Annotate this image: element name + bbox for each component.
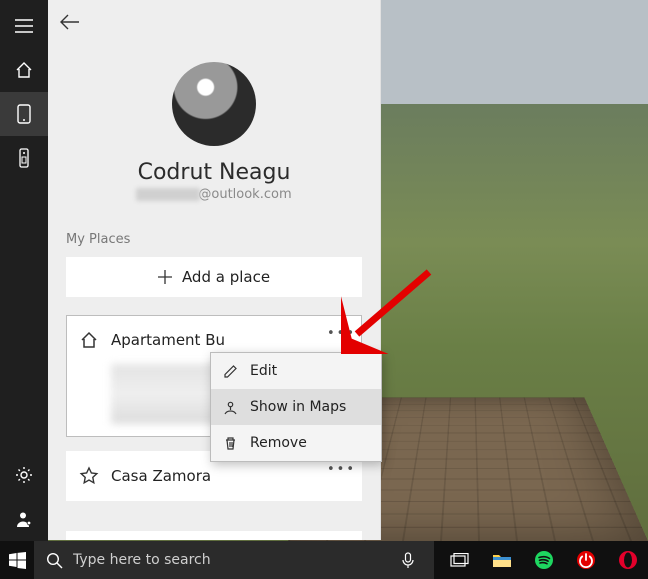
context-remove-label: Remove [250,435,307,451]
rail-remote-button[interactable] [0,136,48,180]
search-icon [46,552,63,569]
start-button[interactable] [0,541,34,579]
profile-block: Codrut Neagu @outlook.com [48,62,380,202]
map-pin-icon [223,400,238,415]
person-icon [15,510,33,528]
mic-button[interactable] [394,552,422,569]
folder-icon [492,552,512,568]
section-label-my-places: My Places [66,232,362,247]
place-context-menu: Edit Show in Maps Remove [210,352,382,462]
hamburger-icon [15,19,33,33]
rail-phone-button[interactable] [0,92,48,136]
taskbar [0,541,648,579]
context-show-in-maps[interactable]: Show in Maps [211,389,381,425]
context-remove[interactable]: Remove [211,425,381,461]
back-arrow-icon [59,11,81,33]
task-view-button[interactable] [440,541,480,579]
place-more-button[interactable]: ••• [327,326,355,341]
taskbar-app-power[interactable] [566,541,606,579]
remote-icon [19,148,29,168]
home-icon [79,330,99,350]
add-place-label: Add a place [182,268,270,286]
taskbar-app-explorer[interactable] [482,541,522,579]
app-rail [0,0,48,541]
rail-menu-button[interactable] [0,4,48,48]
email-redacted [136,188,200,201]
gear-icon [15,466,33,484]
windows-icon [9,552,26,569]
place-more-button[interactable]: ••• [327,462,355,477]
mic-icon [402,552,414,569]
task-view-icon [450,553,470,568]
star-icon [79,466,99,486]
back-button[interactable] [48,0,92,44]
profile-email: @outlook.com [136,187,291,202]
profile-name: Codrut Neagu [138,160,291,185]
avatar[interactable] [172,62,256,146]
rail-account-button[interactable] [0,497,48,541]
context-edit[interactable]: Edit [211,353,381,389]
phone-icon [17,104,31,124]
pencil-icon [223,364,238,379]
place-name: Apartament Bu [111,331,349,349]
power-icon [576,550,596,570]
rail-settings-button[interactable] [0,453,48,497]
taskbar-search[interactable] [34,541,434,579]
context-show-in-maps-label: Show in Maps [250,399,346,415]
home-icon [15,61,33,79]
email-domain: @outlook.com [198,187,291,202]
trash-icon [223,436,238,451]
place-card[interactable]: Apartament Bucuresti ••• [66,531,362,540]
search-input[interactable] [73,552,384,568]
taskbar-tray [434,541,648,579]
spotify-icon [534,550,554,570]
place-name: Casa Zamora [111,467,349,485]
taskbar-app-opera[interactable] [608,541,648,579]
opera-icon [618,550,638,570]
rail-home-button[interactable] [0,48,48,92]
plus-icon [158,270,172,284]
context-edit-label: Edit [250,363,277,379]
taskbar-app-spotify[interactable] [524,541,564,579]
add-place-button[interactable]: Add a place [66,257,362,297]
